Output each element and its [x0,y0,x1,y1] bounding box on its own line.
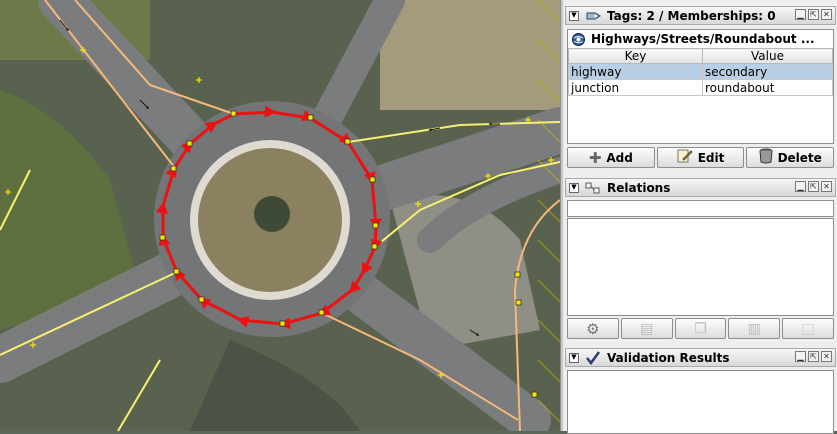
map-canvas[interactable] [0,0,560,431]
validation-panel-title: Validation Results [607,350,730,365]
tag-key-cell[interactable]: junction [568,79,703,96]
close-icon[interactable]: ✕ [821,181,832,192]
check-icon [585,350,601,365]
relations-button-bar: ⚙ ▤ ❐ ▥ ⬚ [567,318,834,339]
preset-globe-icon [572,32,585,46]
add-tag-button[interactable]: ✚ Add [567,147,655,168]
relation-delete-button[interactable]: ▥ [728,318,781,339]
edit-button-label: Edit [697,150,725,165]
tag-value-cell[interactable]: roundabout [702,79,833,96]
plus-icon: ✚ [588,148,602,167]
relations-filter-input[interactable] [567,200,834,217]
tags-panel-title: Tags: 2 / Memberships: 0 [607,8,776,23]
validation-titlebar[interactable]: ▼ Validation Results ▁ ⇱ ✕ [565,348,836,367]
tags-table-area: Highways/Streets/Roundabout ... Key Valu… [567,29,834,144]
minimize-icon[interactable]: ▁ [795,181,806,192]
map-view[interactable] [0,0,560,431]
column-header-key[interactable]: Key [568,48,703,64]
select-members-icon: ⬚ [801,320,815,337]
document-icon: ▤ [640,320,654,337]
detach-icon[interactable]: ⇱ [808,181,819,192]
column-header-value[interactable]: Value [702,48,833,64]
trash-icon [759,148,773,167]
gear-icon: ⚙ [586,319,600,338]
table-row[interactable]: highway secondary [568,63,833,80]
edit-tag-button[interactable]: Edit [656,147,745,168]
close-icon[interactable]: ✕ [821,351,832,362]
preset-row[interactable]: Highways/Streets/Roundabout ... [568,30,833,49]
detach-icon[interactable]: ⇱ [808,9,819,20]
relation-edit-button[interactable]: ▤ [620,318,673,339]
validation-panel: ▼ Validation Results ▁ ⇱ ✕ [564,345,837,434]
relations-titlebar[interactable]: ▼ Relations ▁ ⇱ ✕ [565,178,836,197]
tag-icon [585,9,601,23]
relations-list[interactable] [567,218,834,316]
tags-titlebar[interactable]: ▼ Tags: 2 / Memberships: 0 ▁ ⇱ ✕ [565,6,836,25]
relation-icon [585,181,601,195]
validation-title-buttons: ▁ ⇱ ✕ [795,351,832,362]
table-row[interactable]: junction roundabout [568,79,833,96]
trash-icon: ▥ [747,320,761,337]
preset-name: Highways/Streets/Roundabout ... [591,32,815,46]
validation-results-list[interactable] [567,370,834,434]
tag-key-cell[interactable]: highway [568,63,703,80]
minimize-icon[interactable]: ▁ [795,9,806,20]
field-top-right [380,0,560,110]
detach-icon[interactable]: ⇱ [808,351,819,362]
copy-icon: ❐ [694,320,707,337]
sidebar: ▼ Tags: 2 / Memberships: 0 ▁ ⇱ ✕ Highway… [564,0,837,434]
relation-select-button[interactable]: ⬚ [782,318,834,339]
delete-tag-button[interactable]: Delete [746,147,835,168]
collapse-triangle-icon[interactable]: ▼ [569,352,579,363]
relations-title-buttons: ▁ ⇱ ✕ [795,181,832,192]
collapse-triangle-icon[interactable]: ▼ [569,182,579,193]
tag-value-cell[interactable]: secondary [702,63,833,80]
tags-title-buttons: ▁ ⇱ ✕ [795,9,832,20]
collapse-triangle-icon[interactable]: ▼ [569,10,579,21]
relation-settings-button[interactable]: ⚙ [567,318,619,339]
tags-panel: ▼ Tags: 2 / Memberships: 0 ▁ ⇱ ✕ Highway… [564,0,837,175]
close-icon[interactable]: ✕ [821,9,832,20]
minimize-icon[interactable]: ▁ [795,351,806,362]
island-tree [254,196,290,232]
tags-button-bar: ✚ Add Edit Delete [567,147,835,168]
delete-button-label: Delete [777,150,822,165]
tags-table[interactable]: Key Value highway secondary junction rou… [568,48,833,96]
add-button-label: Add [606,150,633,165]
relations-panel: ▼ Relations ▁ ⇱ ✕ ⚙ ▤ ❐ ▥ ⬚ [564,176,837,344]
pencil-icon [677,149,693,166]
relations-panel-title: Relations [607,180,671,195]
relation-duplicate-button[interactable]: ❐ [674,318,727,339]
